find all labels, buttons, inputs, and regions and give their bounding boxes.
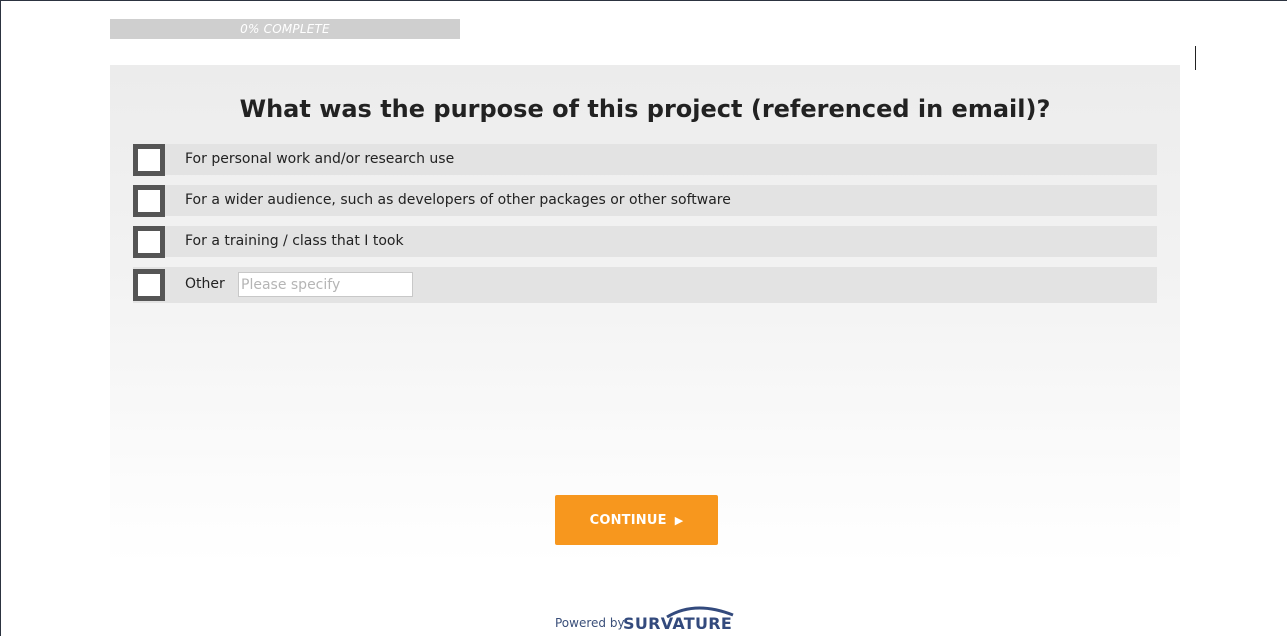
option-other[interactable]: Other [133, 267, 1157, 303]
checkbox[interactable] [133, 185, 165, 217]
text-cursor [1195, 46, 1196, 70]
progress-label: 0% COMPLETE [240, 22, 330, 36]
option-label: Other [185, 276, 225, 292]
checkbox[interactable] [133, 144, 165, 176]
option-label: For personal work and/or research use [185, 151, 455, 167]
checkbox[interactable] [133, 226, 165, 258]
option-wider-audience[interactable]: For a wider audience, such as developers… [133, 185, 1157, 217]
continue-button[interactable]: CONTINUE ▶ [555, 495, 718, 545]
checkbox[interactable] [133, 269, 165, 301]
progress-bar: 0% COMPLETE [110, 19, 460, 39]
powered-by-text: Powered by [555, 616, 625, 630]
question-title: What was the purpose of this project (re… [239, 95, 1051, 123]
survature-logo: SURVATURE [623, 614, 733, 633]
option-label: For a wider audience, such as developers… [185, 192, 731, 208]
play-arrow-icon: ▶ [674, 513, 684, 527]
option-personal-research[interactable]: For personal work and/or research use [133, 144, 1157, 176]
option-training-class[interactable]: For a training / class that I took [133, 226, 1157, 258]
other-specify-input[interactable] [238, 272, 413, 297]
survey-page: 0% COMPLETE What was the purpose of this… [0, 0, 1287, 636]
question-panel: What was the purpose of this project (re… [110, 65, 1180, 565]
continue-label: CONTINUE [589, 512, 667, 528]
option-label: For a training / class that I took [185, 233, 404, 249]
footer-branding[interactable]: Powered by SURVATURE [555, 604, 745, 634]
